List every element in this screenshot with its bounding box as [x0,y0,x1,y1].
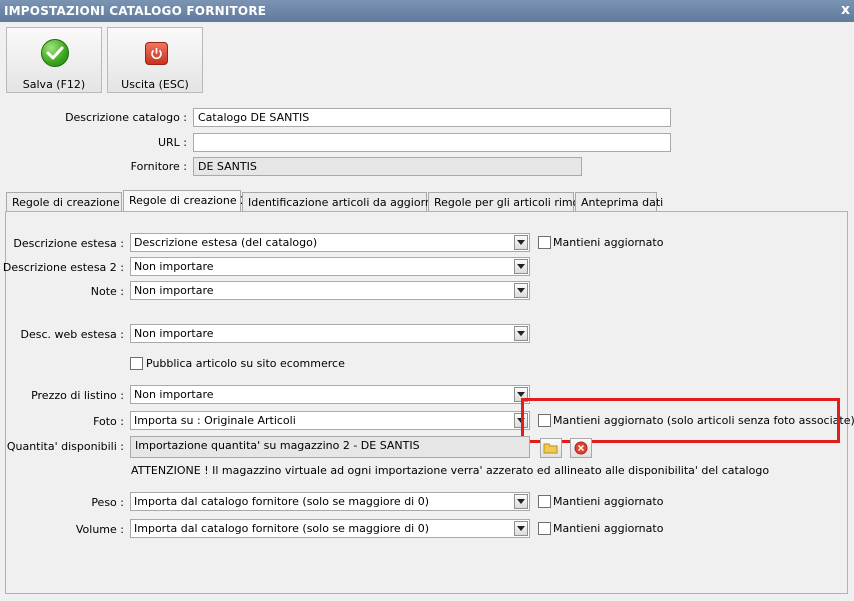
volume-keep-checkbox[interactable] [538,522,551,535]
foto-select[interactable]: Importa su : Originale Articoli [130,411,530,430]
fornitore-label: Fornitore : [130,160,187,173]
window-title: IMPOSTAZIONI CATALOGO FORNITORE [4,4,267,18]
peso-keep-checkbox[interactable] [538,495,551,508]
peso-label: Peso : [91,496,124,509]
chevron-down-icon[interactable] [514,521,528,536]
checkmark-icon [41,39,69,67]
exit-button-label: Uscita (ESC) [121,78,189,91]
note-select[interactable]: Non importare [130,281,530,300]
highlight-box [521,398,840,443]
desc-web-select[interactable]: Non importare [130,324,530,343]
chevron-down-icon[interactable] [514,494,528,509]
pubblica-label: Pubblica articolo su sito ecommerce [146,357,345,370]
foto-label: Foto : [93,415,124,428]
tab-regole-articoli-rimossi[interactable]: Regole per gli articoli rimossi [428,192,594,211]
exit-button[interactable]: Uscita (ESC) [107,27,203,93]
descrizione-estesa-2-label: Descrizione estesa 2 : [2,261,124,274]
tab-identificazione-articoli[interactable]: Identificazione articoli da aggiornare [242,192,450,211]
volume-select[interactable]: Importa dal catalogo fornitore (solo se … [130,519,530,538]
descrizione-estesa-2-select[interactable]: Non importare [130,257,530,276]
power-icon [145,42,168,65]
desc-web-value: Non importare [134,327,214,340]
tab-regole-creazione-1[interactable]: Regole di creazione 1 [6,192,130,211]
prezzo-listino-select[interactable]: Non importare [130,385,530,404]
chevron-down-icon[interactable] [514,235,528,250]
chevron-down-icon[interactable] [514,283,528,298]
descrizione-estesa-keep-label: Mantieni aggiornato [553,236,664,249]
url-input[interactable] [193,133,671,152]
chevron-down-icon[interactable] [514,259,528,274]
chevron-down-icon[interactable] [514,326,528,341]
peso-select[interactable]: Importa dal catalogo fornitore (solo se … [130,492,530,511]
descrizione-estesa-2-value: Non importare [134,260,214,273]
save-button[interactable]: Salva (F12) [6,27,102,93]
descrizione-estesa-value: Descrizione estesa (del catalogo) [134,236,318,249]
warning-text: ATTENZIONE ! Il magazzino virtuale ad og… [131,464,770,477]
peso-value: Importa dal catalogo fornitore (solo se … [134,495,430,508]
delete-button[interactable] [570,438,592,458]
tab-regole-creazione-2[interactable]: Regole di creazione 2 [123,190,247,211]
note-label: Note : [90,285,124,298]
descrizione-catalogo-label: Descrizione catalogo : [65,111,187,124]
peso-keep-label: Mantieni aggiornato [553,495,664,508]
pubblica-checkbox[interactable] [130,357,143,370]
descrizione-catalogo-input[interactable]: Catalogo DE SANTIS [193,108,671,127]
descrizione-estesa-keep-checkbox[interactable] [538,236,551,249]
close-icon[interactable]: x [841,2,850,18]
volume-value: Importa dal catalogo fornitore (solo se … [134,522,430,535]
fornitore-field: DE SANTIS [193,157,582,176]
tab-anteprima-dati[interactable]: Anteprima dati [575,192,663,211]
folder-button[interactable] [540,438,562,458]
foto-value: Importa su : Originale Articoli [134,414,296,427]
url-label: URL : [157,136,187,149]
delete-icon [574,441,588,455]
descrizione-estesa-label: Descrizione estesa : [13,237,124,250]
quantita-label: Quantita' disponibili : [6,440,124,453]
note-value: Non importare [134,284,214,297]
volume-label: Volume : [75,523,124,536]
save-button-label: Salva (F12) [22,78,86,91]
folder-icon [543,443,558,454]
prezzo-listino-value: Non importare [134,388,214,401]
prezzo-listino-label: Prezzo di listino : [31,389,124,402]
desc-web-label: Desc. web estesa : [20,328,124,341]
volume-keep-label: Mantieni aggiornato [553,522,664,535]
quantita-field: Importazione quantita' su magazzino 2 - … [130,436,530,458]
descrizione-estesa-select[interactable]: Descrizione estesa (del catalogo) [130,233,530,252]
